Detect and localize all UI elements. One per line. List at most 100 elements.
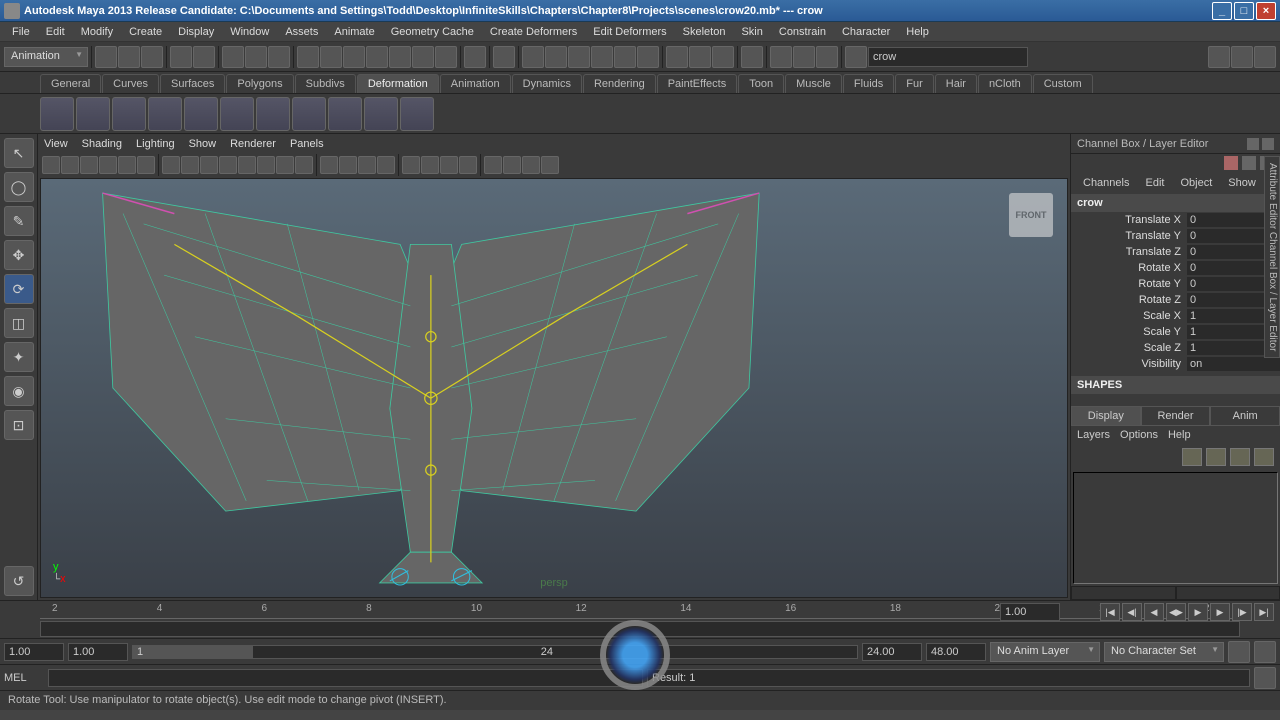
vp-icon[interactable] xyxy=(181,156,199,174)
layer-icon[interactable] xyxy=(1182,448,1202,466)
layer-list[interactable] xyxy=(1073,472,1278,584)
shelf-wave-icon[interactable] xyxy=(328,97,362,131)
step-forward-button[interactable]: ▶ xyxy=(1210,603,1230,621)
vp-menu-view[interactable]: View xyxy=(44,138,68,150)
vp-icon[interactable] xyxy=(377,156,395,174)
paint-select-tool[interactable]: ✎ xyxy=(4,206,34,236)
shelf-tab-ncloth[interactable]: nCloth xyxy=(978,74,1032,93)
script-lang-label[interactable]: MEL xyxy=(4,672,44,684)
vp-icon[interactable] xyxy=(295,156,313,174)
auto-key-icon[interactable] xyxy=(1228,641,1250,663)
search-icon[interactable] xyxy=(845,46,867,68)
construction-history-icon[interactable] xyxy=(522,46,544,68)
vp-icon[interactable] xyxy=(80,156,98,174)
shelf-tab-fluids[interactable]: Fluids xyxy=(843,74,894,93)
ch-menu-object[interactable]: Object xyxy=(1174,175,1218,191)
vp-icon[interactable] xyxy=(339,156,357,174)
new-scene-icon[interactable] xyxy=(95,46,117,68)
shelf-tab-curves[interactable]: Curves xyxy=(102,74,159,93)
range-start-outer[interactable]: 1.00 xyxy=(4,643,64,661)
lasso-tool[interactable]: ◯ xyxy=(4,172,34,202)
vp-icon[interactable] xyxy=(320,156,338,174)
render-settings-icon[interactable] xyxy=(591,46,613,68)
shelf-tab-deformation[interactable]: Deformation xyxy=(357,74,439,93)
shelf-flare-icon[interactable] xyxy=(184,97,218,131)
range-end-outer[interactable]: 48.00 xyxy=(926,643,986,661)
play-forward-button[interactable]: ▶ xyxy=(1188,603,1208,621)
vp-icon[interactable] xyxy=(421,156,439,174)
shelf-jiggle-icon[interactable] xyxy=(400,97,434,131)
layout-four-icon[interactable] xyxy=(689,46,711,68)
snap-live-icon[interactable] xyxy=(389,46,411,68)
layer-menu-layers[interactable]: Layers xyxy=(1077,429,1110,441)
anim-layer-select[interactable]: No Anim Layer xyxy=(990,642,1100,662)
open-scene-icon[interactable] xyxy=(118,46,140,68)
vp-menu-lighting[interactable]: Lighting xyxy=(136,138,175,150)
layer-icon[interactable] xyxy=(1230,448,1250,466)
snap-curve-icon[interactable] xyxy=(320,46,342,68)
vp-icon[interactable] xyxy=(219,156,237,174)
vp-icon[interactable] xyxy=(503,156,521,174)
manip-toggle-icon[interactable] xyxy=(1224,156,1238,170)
shelf-tab-muscle[interactable]: Muscle xyxy=(785,74,842,93)
menu-create[interactable]: Create xyxy=(121,24,170,40)
select-by-object-icon[interactable] xyxy=(245,46,267,68)
toggle-icon-d[interactable] xyxy=(816,46,838,68)
ipr-render-icon[interactable] xyxy=(568,46,590,68)
scale-tool[interactable]: ◫ xyxy=(4,308,34,338)
save-scene-icon[interactable] xyxy=(141,46,163,68)
vp-icon[interactable] xyxy=(137,156,155,174)
shelf-wrap-icon[interactable] xyxy=(76,97,110,131)
panel-close-icon[interactable] xyxy=(1262,138,1274,150)
menu-skeleton[interactable]: Skeleton xyxy=(675,24,734,40)
minimize-button[interactable]: _ xyxy=(1212,2,1232,20)
universal-manip-tool[interactable]: ✦ xyxy=(4,342,34,372)
script-editor-icon[interactable] xyxy=(1254,667,1276,689)
vp-menu-renderer[interactable]: Renderer xyxy=(230,138,276,150)
rotate-tool[interactable]: ⟳ xyxy=(4,274,34,304)
select-tool[interactable]: ↖ xyxy=(4,138,34,168)
shelf-tab-dynamics[interactable]: Dynamics xyxy=(512,74,582,93)
search-field[interactable] xyxy=(868,47,1028,67)
menu-character[interactable]: Character xyxy=(834,24,898,40)
current-frame-field[interactable]: 1.00 xyxy=(1000,603,1060,621)
close-button[interactable]: × xyxy=(1256,2,1276,20)
shelf-tab-hair[interactable]: Hair xyxy=(935,74,977,93)
shelf-cluster-icon[interactable] xyxy=(112,97,146,131)
interactive-creation-icon[interactable] xyxy=(435,46,457,68)
menu-edit-deformers[interactable]: Edit Deformers xyxy=(585,24,674,40)
menu-animate[interactable]: Animate xyxy=(326,24,382,40)
step-forward-key-button[interactable]: |▶ xyxy=(1232,603,1252,621)
snap-plane-icon[interactable] xyxy=(366,46,388,68)
layer-menu-options[interactable]: Options xyxy=(1120,429,1158,441)
menu-file[interactable]: File xyxy=(4,24,38,40)
shelf-sculpt-icon[interactable] xyxy=(364,97,398,131)
ch-menu-channels[interactable]: Channels xyxy=(1077,175,1135,191)
vp-icon[interactable] xyxy=(402,156,420,174)
vp-icon[interactable] xyxy=(99,156,117,174)
vp-menu-panels[interactable]: Panels xyxy=(290,138,324,150)
vp-menu-shading[interactable]: Shading xyxy=(82,138,122,150)
vp-menu-show[interactable]: Show xyxy=(189,138,217,150)
undo-icon[interactable] xyxy=(170,46,192,68)
scrollbar[interactable] xyxy=(1071,586,1176,600)
shelf-tab-animation[interactable]: Animation xyxy=(440,74,511,93)
vp-icon[interactable] xyxy=(484,156,502,174)
command-input[interactable] xyxy=(48,669,643,687)
vp-icon[interactable] xyxy=(276,156,294,174)
vp-icon[interactable] xyxy=(459,156,477,174)
vp-icon[interactable] xyxy=(200,156,218,174)
step-back-key-button[interactable]: ◀| xyxy=(1122,603,1142,621)
shelf-tab-rendering[interactable]: Rendering xyxy=(583,74,656,93)
step-back-button[interactable]: ◀ xyxy=(1144,603,1164,621)
shelf-bend-icon[interactable] xyxy=(148,97,182,131)
layout-outliner-icon[interactable] xyxy=(712,46,734,68)
layer-tab-anim[interactable]: Anim xyxy=(1210,406,1280,426)
shelf-lattice-icon[interactable] xyxy=(40,97,74,131)
shelf-sine-icon[interactable] xyxy=(220,97,254,131)
soft-mod-tool[interactable]: ◉ xyxy=(4,376,34,406)
layout-single-icon[interactable] xyxy=(666,46,688,68)
help-icon[interactable] xyxy=(464,46,486,68)
layer-tab-display[interactable]: Display xyxy=(1071,406,1141,426)
shelf-tab-subdivs[interactable]: Subdivs xyxy=(295,74,356,93)
